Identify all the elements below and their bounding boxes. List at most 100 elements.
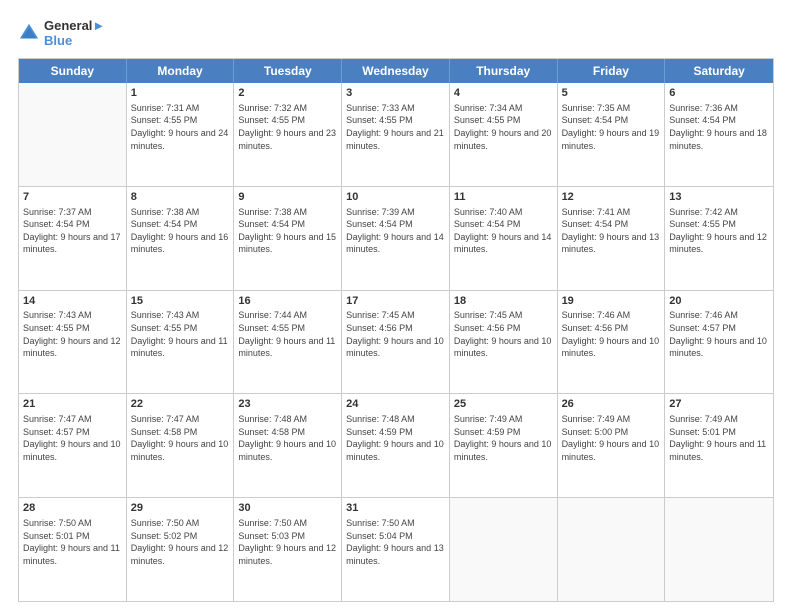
day-number: 22 (131, 397, 230, 412)
calendar-cell: 31Sunrise: 7:50 AMSunset: 5:04 PMDayligh… (342, 498, 450, 601)
cell-info: Sunrise: 7:49 AMSunset: 5:00 PMDaylight:… (562, 413, 661, 463)
cell-info: Sunrise: 7:45 AMSunset: 4:56 PMDaylight:… (454, 309, 553, 359)
day-number: 21 (23, 397, 122, 412)
calendar-cell: 10Sunrise: 7:39 AMSunset: 4:54 PMDayligh… (342, 187, 450, 290)
cell-info: Sunrise: 7:38 AMSunset: 4:54 PMDaylight:… (238, 206, 337, 256)
calendar-cell: 7Sunrise: 7:37 AMSunset: 4:54 PMDaylight… (19, 187, 127, 290)
day-number: 18 (454, 294, 553, 309)
logo: General► Blue (18, 18, 105, 48)
header-day-wednesday: Wednesday (342, 59, 450, 83)
day-number: 17 (346, 294, 445, 309)
calendar-cell: 18Sunrise: 7:45 AMSunset: 4:56 PMDayligh… (450, 291, 558, 394)
calendar-row: 7Sunrise: 7:37 AMSunset: 4:54 PMDaylight… (19, 187, 773, 291)
cell-info: Sunrise: 7:48 AMSunset: 4:58 PMDaylight:… (238, 413, 337, 463)
day-number: 4 (454, 86, 553, 101)
calendar-cell: 23Sunrise: 7:48 AMSunset: 4:58 PMDayligh… (234, 394, 342, 497)
calendar-body: 1Sunrise: 7:31 AMSunset: 4:55 PMDaylight… (19, 83, 773, 601)
calendar-cell: 3Sunrise: 7:33 AMSunset: 4:55 PMDaylight… (342, 83, 450, 186)
cell-info: Sunrise: 7:36 AMSunset: 4:54 PMDaylight:… (669, 102, 769, 152)
calendar-cell: 8Sunrise: 7:38 AMSunset: 4:54 PMDaylight… (127, 187, 235, 290)
day-number: 30 (238, 501, 337, 516)
calendar-cell (558, 498, 666, 601)
cell-info: Sunrise: 7:33 AMSunset: 4:55 PMDaylight:… (346, 102, 445, 152)
logo-text: General► Blue (44, 18, 105, 48)
calendar-cell: 30Sunrise: 7:50 AMSunset: 5:03 PMDayligh… (234, 498, 342, 601)
cell-info: Sunrise: 7:48 AMSunset: 4:59 PMDaylight:… (346, 413, 445, 463)
calendar-row: 1Sunrise: 7:31 AMSunset: 4:55 PMDaylight… (19, 83, 773, 187)
day-number: 27 (669, 397, 769, 412)
cell-info: Sunrise: 7:50 AMSunset: 5:01 PMDaylight:… (23, 517, 122, 567)
header-day-sunday: Sunday (19, 59, 127, 83)
day-number: 25 (454, 397, 553, 412)
page: General► Blue SundayMondayTuesdayWednesd… (0, 0, 792, 612)
header: General► Blue (18, 18, 774, 48)
day-number: 6 (669, 86, 769, 101)
cell-info: Sunrise: 7:34 AMSunset: 4:55 PMDaylight:… (454, 102, 553, 152)
cell-info: Sunrise: 7:50 AMSunset: 5:03 PMDaylight:… (238, 517, 337, 567)
cell-info: Sunrise: 7:46 AMSunset: 4:57 PMDaylight:… (669, 309, 769, 359)
cell-info: Sunrise: 7:43 AMSunset: 4:55 PMDaylight:… (23, 309, 122, 359)
day-number: 13 (669, 190, 769, 205)
calendar-cell: 9Sunrise: 7:38 AMSunset: 4:54 PMDaylight… (234, 187, 342, 290)
calendar-cell: 16Sunrise: 7:44 AMSunset: 4:55 PMDayligh… (234, 291, 342, 394)
header-day-monday: Monday (127, 59, 235, 83)
calendar-row: 21Sunrise: 7:47 AMSunset: 4:57 PMDayligh… (19, 394, 773, 498)
calendar-row: 14Sunrise: 7:43 AMSunset: 4:55 PMDayligh… (19, 291, 773, 395)
calendar-cell: 26Sunrise: 7:49 AMSunset: 5:00 PMDayligh… (558, 394, 666, 497)
cell-info: Sunrise: 7:40 AMSunset: 4:54 PMDaylight:… (454, 206, 553, 256)
header-day-tuesday: Tuesday (234, 59, 342, 83)
day-number: 15 (131, 294, 230, 309)
calendar-cell: 25Sunrise: 7:49 AMSunset: 4:59 PMDayligh… (450, 394, 558, 497)
cell-info: Sunrise: 7:42 AMSunset: 4:55 PMDaylight:… (669, 206, 769, 256)
day-number: 16 (238, 294, 337, 309)
calendar-cell: 29Sunrise: 7:50 AMSunset: 5:02 PMDayligh… (127, 498, 235, 601)
cell-info: Sunrise: 7:43 AMSunset: 4:55 PMDaylight:… (131, 309, 230, 359)
header-day-friday: Friday (558, 59, 666, 83)
cell-info: Sunrise: 7:47 AMSunset: 4:57 PMDaylight:… (23, 413, 122, 463)
logo-icon (18, 22, 40, 44)
calendar-cell: 4Sunrise: 7:34 AMSunset: 4:55 PMDaylight… (450, 83, 558, 186)
cell-info: Sunrise: 7:44 AMSunset: 4:55 PMDaylight:… (238, 309, 337, 359)
cell-info: Sunrise: 7:37 AMSunset: 4:54 PMDaylight:… (23, 206, 122, 256)
cell-info: Sunrise: 7:50 AMSunset: 5:04 PMDaylight:… (346, 517, 445, 567)
calendar-cell: 15Sunrise: 7:43 AMSunset: 4:55 PMDayligh… (127, 291, 235, 394)
cell-info: Sunrise: 7:31 AMSunset: 4:55 PMDaylight:… (131, 102, 230, 152)
cell-info: Sunrise: 7:45 AMSunset: 4:56 PMDaylight:… (346, 309, 445, 359)
calendar-cell: 19Sunrise: 7:46 AMSunset: 4:56 PMDayligh… (558, 291, 666, 394)
calendar-cell (665, 498, 773, 601)
cell-info: Sunrise: 7:38 AMSunset: 4:54 PMDaylight:… (131, 206, 230, 256)
calendar-cell: 2Sunrise: 7:32 AMSunset: 4:55 PMDaylight… (234, 83, 342, 186)
cell-info: Sunrise: 7:49 AMSunset: 5:01 PMDaylight:… (669, 413, 769, 463)
day-number: 7 (23, 190, 122, 205)
day-number: 2 (238, 86, 337, 101)
calendar-cell: 21Sunrise: 7:47 AMSunset: 4:57 PMDayligh… (19, 394, 127, 497)
day-number: 11 (454, 190, 553, 205)
cell-info: Sunrise: 7:47 AMSunset: 4:58 PMDaylight:… (131, 413, 230, 463)
day-number: 10 (346, 190, 445, 205)
cell-info: Sunrise: 7:46 AMSunset: 4:56 PMDaylight:… (562, 309, 661, 359)
cell-info: Sunrise: 7:39 AMSunset: 4:54 PMDaylight:… (346, 206, 445, 256)
calendar-cell: 28Sunrise: 7:50 AMSunset: 5:01 PMDayligh… (19, 498, 127, 601)
calendar-cell (450, 498, 558, 601)
day-number: 1 (131, 86, 230, 101)
calendar-cell: 14Sunrise: 7:43 AMSunset: 4:55 PMDayligh… (19, 291, 127, 394)
calendar-cell: 20Sunrise: 7:46 AMSunset: 4:57 PMDayligh… (665, 291, 773, 394)
cell-info: Sunrise: 7:32 AMSunset: 4:55 PMDaylight:… (238, 102, 337, 152)
calendar-cell: 1Sunrise: 7:31 AMSunset: 4:55 PMDaylight… (127, 83, 235, 186)
calendar-cell: 22Sunrise: 7:47 AMSunset: 4:58 PMDayligh… (127, 394, 235, 497)
calendar-cell: 5Sunrise: 7:35 AMSunset: 4:54 PMDaylight… (558, 83, 666, 186)
header-day-thursday: Thursday (450, 59, 558, 83)
day-number: 28 (23, 501, 122, 516)
cell-info: Sunrise: 7:49 AMSunset: 4:59 PMDaylight:… (454, 413, 553, 463)
day-number: 8 (131, 190, 230, 205)
day-number: 31 (346, 501, 445, 516)
day-number: 23 (238, 397, 337, 412)
calendar-row: 28Sunrise: 7:50 AMSunset: 5:01 PMDayligh… (19, 498, 773, 601)
calendar-cell: 27Sunrise: 7:49 AMSunset: 5:01 PMDayligh… (665, 394, 773, 497)
day-number: 12 (562, 190, 661, 205)
calendar-cell: 13Sunrise: 7:42 AMSunset: 4:55 PMDayligh… (665, 187, 773, 290)
calendar-cell (19, 83, 127, 186)
day-number: 14 (23, 294, 122, 309)
calendar-cell: 6Sunrise: 7:36 AMSunset: 4:54 PMDaylight… (665, 83, 773, 186)
day-number: 29 (131, 501, 230, 516)
